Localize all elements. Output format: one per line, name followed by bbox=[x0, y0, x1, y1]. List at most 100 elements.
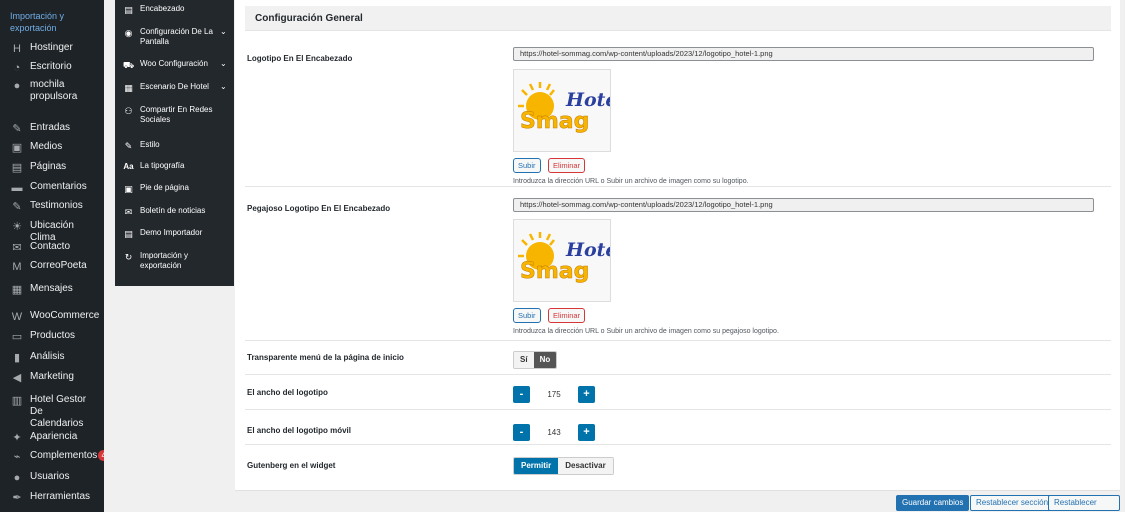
sticky-logo-url-input[interactable]: https://hotel-sommag.com/wp-content/uplo… bbox=[513, 198, 1094, 212]
options-menu-item-0[interactable]: ▤ Encabezado bbox=[115, 4, 234, 15]
reset-section-button[interactable]: Restablecer sección bbox=[970, 495, 1055, 511]
sidebar-item-8[interactable]: ✎ Testimonios bbox=[0, 196, 104, 218]
transparent-menu-label: Transparente menú de la página de inicio bbox=[247, 353, 404, 362]
options-menu-label: Demo Importador bbox=[140, 228, 203, 237]
options-menu-item-9[interactable]: ▤ Demo Importador bbox=[115, 228, 234, 239]
sticky-logo-upload-button[interactable]: Subir bbox=[513, 308, 541, 323]
mobile-logo-width-increment[interactable]: + bbox=[578, 424, 595, 441]
sidebar-item-16[interactable]: ◀ Marketing bbox=[0, 367, 104, 389]
sidebar-item-label: Usuarios bbox=[30, 471, 70, 482]
sidebar-item-label: Complementos bbox=[30, 450, 98, 461]
sidebar-item-label: Testimonios bbox=[30, 200, 83, 211]
options-menu-item-2[interactable]: ⛟ Woo Configuración ⌄ bbox=[115, 59, 234, 70]
mobile-logo-width-decrement[interactable]: - bbox=[513, 424, 530, 441]
logo-width-increment[interactable]: + bbox=[578, 386, 595, 403]
sidebar-item-3[interactable]: ● mochila propulsora bbox=[0, 75, 104, 107]
options-footer: Guardar cambios Restablecer sección Rest… bbox=[235, 490, 1120, 512]
sidebar-item-5[interactable]: ▣ Medios bbox=[0, 137, 104, 159]
sticky-logo-hint: Introduzca la dirección URL o Subir un a… bbox=[513, 328, 779, 335]
sidebar-item-12[interactable]: ▦ Mensajes bbox=[0, 279, 104, 301]
chevron-down-icon[interactable]: ⌄ bbox=[220, 27, 228, 37]
sidebar-item-label: Hotel Gestor De Calendarios bbox=[30, 394, 87, 429]
mobile-logo-width-row: El ancho del logotipo móvil - 143 + bbox=[245, 410, 1111, 445]
sidebar-item-label: Medios bbox=[30, 141, 63, 152]
logo-label: Logotipo En El Encabezado bbox=[247, 54, 353, 63]
sidebar-item-6[interactable]: ▤ Páginas bbox=[0, 157, 104, 179]
options-menu-label: Importación y exportación bbox=[140, 251, 189, 270]
sidebar-item-21[interactable]: ✒ Herramientas bbox=[0, 487, 104, 509]
sidebar-item-20[interactable]: ● Usuarios bbox=[0, 467, 104, 489]
logo-remove-button[interactable]: Eliminar bbox=[548, 158, 586, 173]
gutenberg-allow[interactable]: Permitir bbox=[514, 458, 559, 474]
options-menu-label: Encabezado bbox=[140, 4, 185, 13]
mobile-logo-width-value[interactable]: 143 bbox=[530, 428, 578, 437]
mobile-logo-width-stepper: - 143 + bbox=[513, 424, 595, 441]
pin-icon: ✎ bbox=[12, 201, 22, 213]
transparent-menu-no[interactable]: No bbox=[533, 352, 557, 368]
sidebar-item-label: Productos bbox=[30, 330, 76, 341]
options-menu-item-1[interactable]: ◉ Configuración De La Pantalla ⌄ bbox=[115, 27, 234, 47]
logo-url-input[interactable]: https://hotel-sommag.com/wp-content/uplo… bbox=[513, 47, 1094, 61]
dashboard-icon: ◔ bbox=[13, 62, 21, 74]
theme-options-menu: ▤ Encabezado ◉ Configuración De La Pantalla… bbox=[115, 0, 234, 286]
sidebar-item-label: Contacto bbox=[30, 241, 71, 252]
mailpoet-icon: M bbox=[12, 261, 22, 273]
options-menu-label: Woo Configuración bbox=[140, 59, 208, 68]
typography-icon: Aa bbox=[123, 161, 134, 171]
transparent-menu-row: Transparente menú de la página de inicio… bbox=[245, 341, 1111, 375]
chevron-down-icon[interactable]: ⌄ bbox=[220, 59, 228, 69]
sticky-logo-label: Pegajoso Logotipo En El Encabezado bbox=[247, 204, 391, 213]
sidebar-item-14[interactable]: ▭ Productos bbox=[0, 326, 104, 348]
options-menu-label: Configuración De La Pantalla bbox=[140, 27, 213, 46]
sidebar-item-13[interactable]: W WooCommerce bbox=[0, 306, 104, 328]
options-menu-item-4[interactable]: ⚇ Compartir En Redes Sociales bbox=[115, 105, 234, 125]
options-menu-label: Compartir En Redes Sociales bbox=[140, 105, 213, 124]
sidebar-item-label: Hostinger bbox=[30, 42, 73, 53]
logo-width-decrement[interactable]: - bbox=[513, 386, 530, 403]
panel-title: Configuración General bbox=[245, 6, 1111, 31]
sidebar-item-11[interactable]: M CorreoPoeta bbox=[0, 256, 104, 278]
options-menu-item-6[interactable]: Aa La tipografía bbox=[115, 161, 234, 172]
chevron-down-icon[interactable]: ⌄ bbox=[220, 82, 228, 92]
options-menu-item-5[interactable]: ✎ Estilo bbox=[115, 140, 234, 151]
sidebar-item-label: Marketing bbox=[30, 371, 74, 382]
sidebar-item-label: CorreoPoeta bbox=[30, 260, 87, 271]
reset-all-button[interactable]: Restablecer todo bbox=[1048, 495, 1120, 511]
sidebar-item-label: Escritorio bbox=[30, 61, 72, 72]
sidebar-item-19[interactable]: ⌁ Complementos 4 bbox=[0, 446, 104, 468]
logo-width-value[interactable]: 175 bbox=[530, 390, 578, 399]
plugins-icon: ⌁ bbox=[13, 451, 21, 463]
tools-icon: ✒ bbox=[12, 492, 22, 504]
settings-panel: Configuración General Logotipo En El Enc… bbox=[235, 0, 1120, 490]
options-menu-item-7[interactable]: ▣ Pie de página bbox=[115, 183, 234, 194]
sidebar-item-label: Herramientas bbox=[30, 491, 91, 502]
options-menu-item-3[interactable]: ▦ Escenario De Hotel ⌄ bbox=[115, 82, 234, 93]
save-changes-button[interactable]: Guardar cambios bbox=[896, 495, 970, 511]
sidebar-item-0[interactable]: ⇄Importación y exportación bbox=[0, 4, 104, 38]
logo-upload-button[interactable]: Subir bbox=[513, 158, 541, 173]
sidebar-item-label: mochila propulsora bbox=[30, 79, 78, 102]
comment-icon: ▬ bbox=[11, 182, 23, 194]
transparent-menu-yes[interactable]: Sí bbox=[514, 352, 534, 368]
hotel-sommag-logo: Hote Smag bbox=[518, 232, 618, 284]
sidebar-item-label: Apariencia bbox=[30, 431, 78, 442]
calendar-icon: ▥ bbox=[11, 395, 23, 407]
options-menu-item-8[interactable]: ✉ Boletín de noticias bbox=[115, 206, 234, 217]
sticky-logo-remove-button[interactable]: Eliminar bbox=[548, 308, 586, 323]
megaphone-icon: ◀ bbox=[12, 372, 22, 384]
sidebar-item-label: Páginas bbox=[30, 161, 67, 172]
gutenberg-label: Gutenberg en el widget bbox=[247, 461, 336, 470]
gutenberg-disable[interactable]: Desactivar bbox=[558, 458, 613, 474]
footer-icon: ▣ bbox=[124, 183, 133, 194]
logo-hint: Introduzca la dirección URL o Subir un a… bbox=[513, 178, 749, 185]
sidebar-item-15[interactable]: ▮ Análisis bbox=[0, 347, 104, 369]
page-icon: ▤ bbox=[11, 162, 23, 174]
logo-width-row: El ancho del logotipo - 175 + bbox=[245, 375, 1111, 410]
analytics-icon: ▮ bbox=[13, 352, 21, 364]
gutenberg-toggle: Permitir Desactivar bbox=[513, 457, 614, 475]
products-icon: ▭ bbox=[11, 331, 23, 343]
demo-import-icon: ▤ bbox=[124, 228, 133, 239]
options-menu-item-10[interactable]: ↻ Importación y exportación bbox=[115, 251, 234, 271]
options-menu-label: Pie de página bbox=[140, 183, 189, 192]
sidebar-item-label: Mensajes bbox=[30, 283, 73, 294]
